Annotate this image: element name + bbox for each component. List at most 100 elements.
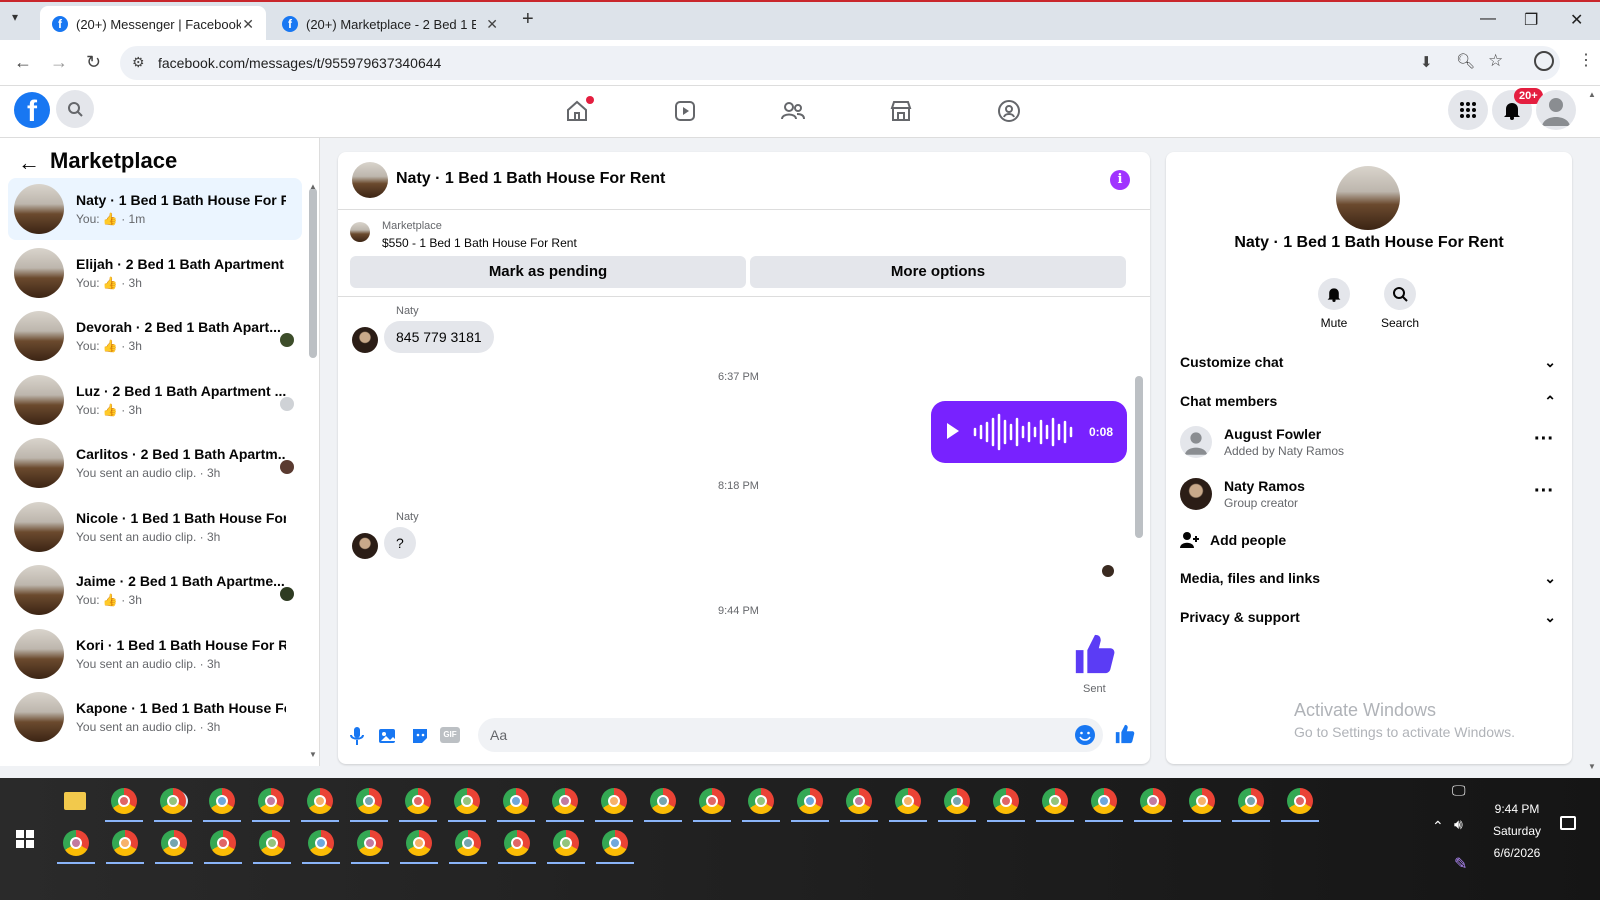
taskbar-chrome-window[interactable] xyxy=(497,788,535,822)
more-options-button[interactable]: More options xyxy=(750,256,1126,288)
taskbar-chrome-window[interactable] xyxy=(889,788,927,822)
close-window-icon[interactable]: ✕ xyxy=(1570,10,1583,30)
chat-avatar[interactable] xyxy=(352,162,388,198)
chat-members-row[interactable]: Chat members ⌃ xyxy=(1180,385,1556,417)
conversation-thumbnail[interactable] xyxy=(14,184,64,234)
conversation-item[interactable]: Naty · 1 Bed 1 Bath House For R... You: 👍… xyxy=(8,178,302,240)
taskbar-chrome-window[interactable] xyxy=(350,788,388,822)
conversation-item[interactable]: Elijah · 2 Bed 1 Bath Apartment ... You: … xyxy=(8,242,302,304)
taskbar-chrome-window[interactable] xyxy=(987,788,1025,822)
browser-menu-icon[interactable]: ⋮ xyxy=(1578,50,1594,70)
file-explorer-icon[interactable] xyxy=(64,792,86,810)
message-bubble[interactable]: 845 779 3181 xyxy=(384,321,494,353)
like-button-icon[interactable] xyxy=(1114,723,1136,745)
menu-button[interactable] xyxy=(1448,90,1488,130)
search-button[interactable] xyxy=(56,90,94,128)
member-name[interactable]: August Fowler xyxy=(1224,426,1321,442)
thumbs-up-sticker-icon[interactable] xyxy=(1072,631,1118,677)
network-icon[interactable]: 🖵︎ xyxy=(1452,782,1466,799)
taskbar-chrome-window[interactable] xyxy=(693,788,731,822)
conversation-thumbnail[interactable] xyxy=(14,311,64,361)
sticker-icon[interactable] xyxy=(410,726,430,746)
volume-icon[interactable]: 🔊︎ xyxy=(1454,816,1463,833)
search-in-chat-button[interactable]: Search xyxy=(1368,278,1432,330)
taskbar-chrome-window[interactable] xyxy=(400,830,438,864)
taskbar-chrome-window[interactable] xyxy=(154,788,192,822)
taskbar-chrome-window[interactable] xyxy=(203,788,241,822)
install-app-icon[interactable]: ⬇ xyxy=(1420,53,1433,71)
conversation-item[interactable]: Kori · 1 Bed 1 Bath House For Rent You se… xyxy=(8,623,302,685)
photo-icon[interactable] xyxy=(378,726,398,746)
message-input[interactable]: Aa xyxy=(478,718,1103,752)
conversation-item[interactable]: Luz · 2 Bed 1 Bath Apartment ... You: 👍 ·… xyxy=(8,369,302,431)
taskbar-chrome-window[interactable] xyxy=(351,830,389,864)
microphone-icon[interactable] xyxy=(348,726,366,746)
taskbar-chrome-window[interactable] xyxy=(155,830,193,864)
maximize-icon[interactable]: ❐ xyxy=(1524,10,1538,30)
account-avatar[interactable] xyxy=(1536,90,1576,130)
nav-friends[interactable] xyxy=(778,96,808,126)
taskbar-chrome-window[interactable] xyxy=(644,788,682,822)
mark-pending-button[interactable]: Mark as pending xyxy=(350,256,746,288)
site-info-icon[interactable]: ⚙ xyxy=(132,54,145,71)
nav-marketplace[interactable] xyxy=(886,96,916,126)
tab-search-button[interactable]: ▾ xyxy=(12,10,32,30)
listing-thumbnail[interactable] xyxy=(350,222,370,242)
taskbar-chrome-window[interactable] xyxy=(1183,788,1221,822)
system-clock[interactable]: 9:44 PM Saturday 6/6/2026 xyxy=(1482,798,1552,864)
conversation-item[interactable]: Jaime · 2 Bed 1 Bath Apartme... You: 👍 · … xyxy=(8,559,302,621)
back-arrow-icon[interactable]: ← xyxy=(18,150,40,176)
taskbar-chrome-window[interactable] xyxy=(1134,788,1172,822)
conversation-thumbnail[interactable] xyxy=(14,501,64,552)
taskbar-chrome-window[interactable] xyxy=(253,830,291,864)
taskbar-chrome-window[interactable] xyxy=(546,788,584,822)
member-row[interactable]: August Fowler Added by Naty Ramos ··· xyxy=(1180,422,1556,466)
zoom-icon[interactable]: 🔍︎ xyxy=(1456,52,1475,70)
taskbar-chrome-window[interactable] xyxy=(595,788,633,822)
play-icon[interactable] xyxy=(947,423,959,439)
scroll-down-icon[interactable]: ▼ xyxy=(309,750,317,759)
chat-profile-picture[interactable] xyxy=(1336,166,1400,230)
member-name[interactable]: Naty Ramos xyxy=(1224,478,1305,494)
taskbar-chrome-window[interactable] xyxy=(596,830,634,864)
taskbar-chrome-window[interactable] xyxy=(938,788,976,822)
notification-center-icon[interactable] xyxy=(1560,816,1576,830)
taskbar-chrome-window[interactable] xyxy=(204,830,242,864)
taskbar-chrome-window[interactable] xyxy=(1232,788,1270,822)
taskbar-chrome-window[interactable] xyxy=(547,830,585,864)
more-icon[interactable]: ··· xyxy=(1534,480,1554,503)
conversation-item[interactable]: Carlitos · 2 Bed 1 Bath Apartm... You sen… xyxy=(8,432,302,494)
member-avatar[interactable] xyxy=(1180,478,1212,510)
close-tab-icon[interactable]: ✕ xyxy=(242,16,254,33)
audio-message[interactable]: 0:08 xyxy=(931,401,1127,463)
forward-icon[interactable]: → xyxy=(50,52,68,73)
conversation-item[interactable]: Devorah · 2 Bed 1 Bath Apart... You: 👍 · … xyxy=(8,305,302,367)
tray-chevron-up-icon[interactable]: ⌃ xyxy=(1432,818,1444,835)
page-scroll-down-icon[interactable]: ▼ xyxy=(1588,762,1596,771)
back-icon[interactable]: ← xyxy=(14,52,32,73)
taskbar-chrome-window[interactable] xyxy=(105,788,143,822)
info-icon[interactable]: i xyxy=(1110,170,1130,190)
bookmark-star-icon[interactable]: ☆ xyxy=(1488,51,1503,71)
conversation-thumbnail[interactable] xyxy=(14,565,64,615)
member-avatar[interactable] xyxy=(1180,426,1212,458)
taskbar-chrome-window[interactable] xyxy=(1281,788,1319,822)
conversation-item[interactable]: Kapone · 1 Bed 1 Bath House For... You se… xyxy=(8,686,302,748)
scrollbar[interactable] xyxy=(1135,376,1143,538)
nav-video[interactable] xyxy=(670,96,700,126)
taskbar-chrome-window[interactable] xyxy=(498,830,536,864)
page-scroll-up-icon[interactable]: ▲ xyxy=(1588,90,1596,99)
taskbar-chrome-window[interactable] xyxy=(57,830,95,864)
conversation-thumbnail[interactable] xyxy=(14,692,64,742)
taskbar-chrome-window[interactable] xyxy=(399,788,437,822)
taskbar-chrome-window[interactable] xyxy=(1036,788,1074,822)
taskbar-chrome-window[interactable] xyxy=(106,830,144,864)
scrollbar[interactable] xyxy=(309,188,317,358)
taskbar-chrome-window[interactable] xyxy=(840,788,878,822)
sender-avatar[interactable] xyxy=(352,327,378,353)
chat-title[interactable]: Naty · 1 Bed 1 Bath House For Rent xyxy=(396,170,665,188)
reload-icon[interactable]: ↻ xyxy=(86,52,101,73)
member-row[interactable]: Naty Ramos Group creator ··· xyxy=(1180,474,1556,518)
privacy-support-row[interactable]: Privacy & support ⌄ xyxy=(1180,601,1556,633)
media-files-row[interactable]: Media, files and links ⌄ xyxy=(1180,562,1556,594)
